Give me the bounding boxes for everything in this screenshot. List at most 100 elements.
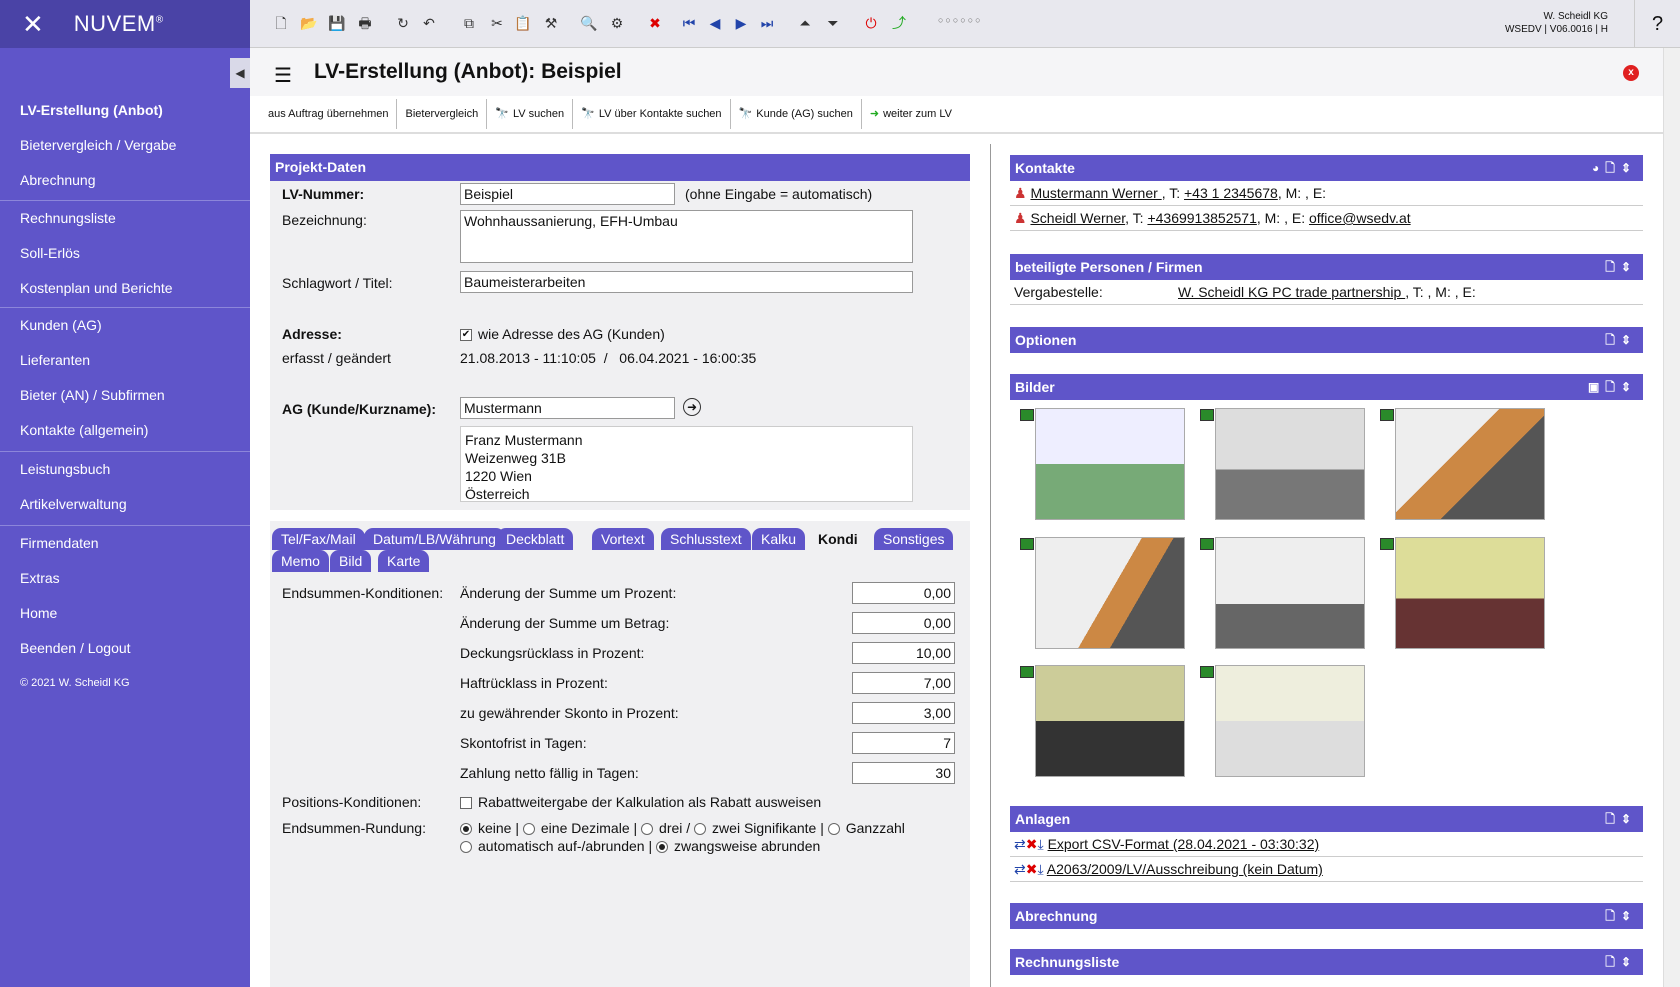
nav-kontakte[interactable]: Kontakte (allgemein) (0, 413, 250, 448)
kondi-betrag-input[interactable]: 0,00 (852, 612, 955, 634)
aus-auftrag-button[interactable]: aus Auftrag übernehmen (260, 99, 398, 129)
nav-home[interactable]: Home (0, 596, 250, 631)
radio-ganzzahl[interactable] (827, 823, 840, 836)
contact-name-link[interactable]: Mustermann Werner (1030, 185, 1161, 201)
panel-actions-icon[interactable]: ▣🗋⇕ (1588, 374, 1637, 400)
lv-nummer-input[interactable]: Beispiel (460, 183, 675, 205)
house-image[interactable] (1380, 537, 1545, 649)
nav-bieter[interactable]: Bieter (AN) / Subfirmen (0, 378, 250, 413)
open-folder-icon[interactable]: 📂 (300, 14, 318, 32)
panel-actions-icon[interactable]: 🗋⇕ (1605, 327, 1637, 353)
kondi-zahlung-input[interactable]: 30 (852, 762, 955, 784)
nav-logout[interactable]: Beenden / Logout (0, 631, 250, 666)
collapse-icon[interactable]: ⏷ (824, 14, 842, 32)
print-icon[interactable]: 🖶 (356, 14, 374, 32)
kunde-suchen-button[interactable]: 🔭 Kunde (AG) suchen (731, 99, 862, 129)
tab-kondi[interactable]: Kondi (809, 528, 867, 550)
tab-vortext[interactable]: Vortext (592, 528, 654, 550)
nav-kostenplan[interactable]: Kostenplan und Berichte (0, 271, 250, 306)
nav-kunden[interactable]: Kunden (AG) (0, 308, 250, 343)
lv-kontakte-suchen-button[interactable]: 🔭 LV über Kontakte suchen (573, 99, 731, 129)
delete-icon[interactable]: ✖ (1026, 836, 1038, 852)
kondi-haft-input[interactable]: 7,00 (852, 672, 955, 694)
attachment-link[interactable]: A2063/2009/LV/Ausschreibung (kein Datum) (1047, 861, 1323, 877)
delete-icon[interactable]: ✖ (646, 14, 664, 32)
nav-rechnungsliste[interactable]: Rechnungsliste (0, 201, 250, 236)
house-image[interactable] (1200, 537, 1365, 649)
weiter-zum-lv-button[interactable]: ➜ weiter zum LV (862, 99, 960, 129)
radio-drei[interactable] (641, 823, 654, 836)
house-image[interactable] (1020, 408, 1185, 520)
adresse-ag-checkbox[interactable]: ✔ wie Adresse des AG (Kunden) (460, 326, 665, 342)
scrollbar[interactable] (1663, 48, 1680, 987)
bietervergleich-button[interactable]: Bietervergleich (397, 99, 488, 129)
tab-tel-fax-mail[interactable]: Tel/Fax/Mail (272, 528, 365, 550)
tab-karte[interactable]: Karte (378, 550, 430, 572)
contact-name-link[interactable]: Scheidl Werner (1030, 210, 1125, 226)
kondi-skontofrist-input[interactable]: 7 (852, 732, 955, 754)
download-icon[interactable]: ⤓ (1037, 861, 1043, 877)
house-image[interactable] (1020, 537, 1185, 649)
power-icon[interactable]: ⏻ (862, 14, 880, 32)
house-image[interactable] (1200, 665, 1365, 777)
radio-zwangsweise[interactable] (655, 841, 668, 854)
nav-lieferanten[interactable]: Lieferanten (0, 343, 250, 378)
nav-extras[interactable]: Extras (0, 561, 250, 596)
panel-actions-icon[interactable]: 🗋⇕ (1605, 949, 1637, 975)
contact-phone-link[interactable]: +43 1 2345678 (1184, 185, 1278, 201)
undo-icon[interactable]: ↶ (420, 14, 438, 32)
contact-phone-link[interactable]: +4369913852571 (1147, 210, 1256, 226)
radio-zwei-signifikante[interactable] (694, 823, 707, 836)
next-record-icon[interactable]: ▶ (732, 14, 750, 32)
nav-soll-erloes[interactable]: Soll-Erlös (0, 236, 250, 271)
panel-actions-icon[interactable]: ◕🗋⇕ (1592, 155, 1637, 181)
nav-bietervergleich[interactable]: Bietervergleich / Vergabe (0, 128, 250, 163)
refresh-icon[interactable]: ↻ (394, 14, 412, 32)
tab-kalku[interactable]: Kalku (752, 528, 806, 550)
help-button[interactable]: ? (1634, 0, 1680, 48)
radio-keine[interactable] (460, 823, 472, 836)
go-arrow-icon[interactable]: ➜ (683, 398, 701, 416)
house-image[interactable] (1200, 408, 1365, 520)
house-image[interactable] (1020, 665, 1185, 777)
logo[interactable]: ✕ NUVEM® (0, 0, 250, 48)
tab-bild[interactable]: Bild (330, 550, 372, 572)
tab-memo[interactable]: Memo (272, 550, 329, 572)
expand-icon[interactable]: ⏶ (796, 14, 814, 32)
first-record-icon[interactable]: ⏮ (680, 14, 698, 32)
hamburger-menu-icon[interactable]: ☰ (274, 63, 292, 88)
copy-icon[interactable]: ⧉ (460, 14, 478, 32)
checkbox-unchecked[interactable] (460, 797, 472, 810)
last-record-icon[interactable]: ⏭ (758, 14, 776, 32)
schlagwort-input[interactable]: Baumeisterarbeiten (460, 271, 913, 293)
collapse-sidebar-button[interactable]: ◀ (230, 58, 250, 88)
properties-icon[interactable]: ⚙ (608, 14, 626, 32)
kondi-skonto-input[interactable]: 3,00 (852, 702, 955, 724)
radio-dezimale[interactable] (522, 823, 535, 836)
close-icon[interactable]: x (1623, 65, 1639, 81)
tab-datum-lb[interactable]: Datum/LB/Währung (364, 528, 505, 550)
bezeichnung-textarea[interactable]: Wohnhaussanierung, EFH-Umbau (460, 210, 913, 263)
nav-leistungsbuch[interactable]: Leistungsbuch (0, 452, 250, 487)
kondi-prozent-input[interactable]: 0,00 (852, 582, 955, 604)
vergabestelle-link[interactable]: W. Scheidl KG PC trade partnership (1178, 284, 1405, 300)
tab-sonstiges[interactable]: Sonstiges (874, 528, 954, 550)
radio-automatisch[interactable] (460, 841, 472, 854)
find-icon[interactable]: 🔍 (580, 14, 598, 32)
prev-record-icon[interactable]: ◀ (706, 14, 724, 32)
nav-firmendaten[interactable]: Firmendaten (0, 526, 250, 561)
paste-icon[interactable]: 📋 (514, 14, 532, 32)
panel-actions-icon[interactable]: 🗋⇕ (1605, 903, 1637, 929)
nav-artikelverwaltung[interactable]: Artikelverwaltung (0, 487, 250, 522)
save-icon[interactable]: 💾 (328, 14, 346, 32)
contact-email-link[interactable]: office@wsedv.at (1309, 210, 1411, 226)
notifications-icon[interactable]: ⤴ (890, 14, 908, 32)
house-image[interactable] (1380, 408, 1545, 520)
kondi-deckung-input[interactable]: 10,00 (852, 642, 955, 664)
lv-suchen-button[interactable]: 🔭 LV suchen (487, 99, 574, 129)
delete-icon[interactable]: ✖ (1026, 861, 1038, 877)
tab-deckblatt[interactable]: Deckblatt (497, 528, 574, 550)
tab-schlusstext[interactable]: Schlusstext (661, 528, 751, 550)
rabatt-checkbox[interactable]: Rabattweitergabe der Kalkulation als Rab… (460, 794, 821, 810)
edit-icon[interactable]: ⇄ (1014, 861, 1026, 877)
